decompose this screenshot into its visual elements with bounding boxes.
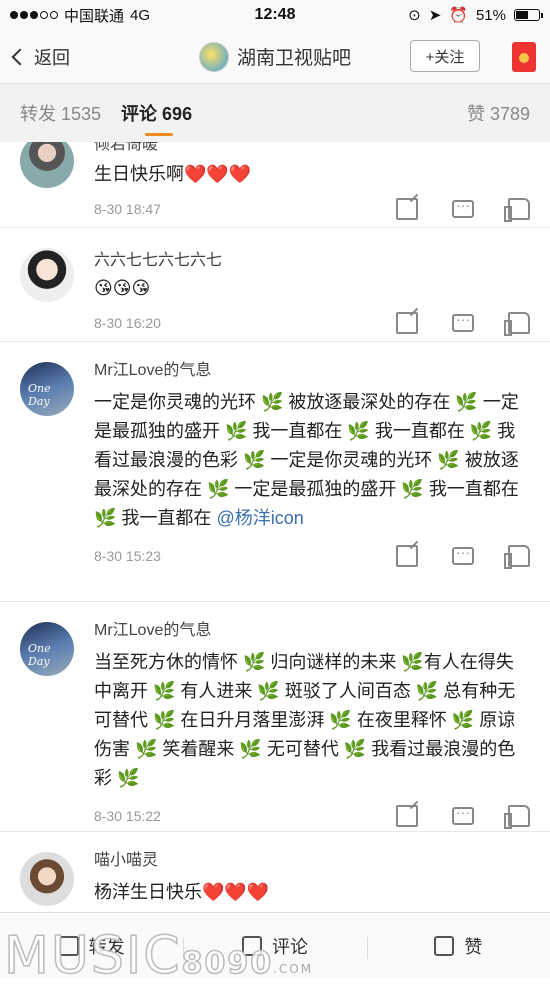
share-icon[interactable] xyxy=(396,545,418,567)
comment-text: 杨洋生日快乐❤️❤️❤️ xyxy=(94,882,270,902)
thumbs-up-icon xyxy=(434,935,455,956)
comment-text: 生日快乐啊❤️❤️❤️ xyxy=(94,164,252,184)
reply-icon[interactable] xyxy=(452,804,474,825)
comment-item: 喵小喵灵 杨洋生日快乐❤️❤️❤️ xyxy=(0,832,550,912)
bottom-toolbar: 转发 评论 赞 xyxy=(0,912,550,978)
alarm-icon: ⏰ xyxy=(449,7,468,24)
comment-item: 倾若倚暖 生日快乐啊❤️❤️❤️ 8-30 18:47 xyxy=(0,142,550,228)
comment-username[interactable]: Mr江Love的气息 xyxy=(94,360,530,382)
clock: 12:48 xyxy=(254,6,296,23)
navigation-bar: 返回 湖南卫视贴吧 +关注 xyxy=(0,30,550,84)
avatar[interactable] xyxy=(20,142,74,188)
comment-item: 六六七七六七六七 😘😘😘 8-30 16:20 xyxy=(0,228,550,342)
comment-icon xyxy=(241,935,262,956)
battery-icon xyxy=(514,9,543,21)
comment-item: One Day Mr江Love的气息 一定是你灵魂的光环 🌿 被放逐最深处的存在… xyxy=(0,342,550,602)
comment-time: 8-30 16:20 xyxy=(94,315,161,331)
comment-time: 8-30 15:22 xyxy=(94,808,161,824)
group-avatar xyxy=(198,41,229,72)
comment-time: 8-30 18:47 xyxy=(94,201,161,217)
red-packet-icon[interactable] xyxy=(512,42,536,72)
signal-icon xyxy=(10,11,58,19)
avatar[interactable]: One Day xyxy=(20,362,74,416)
avatar[interactable] xyxy=(20,852,74,906)
like-icon[interactable] xyxy=(504,312,530,336)
share-icon[interactable] xyxy=(396,805,418,827)
comment-label: 评论 xyxy=(271,936,308,957)
comment-username[interactable]: 喵小喵灵 xyxy=(94,850,530,872)
like-icon[interactable] xyxy=(504,545,530,569)
like-icon[interactable] xyxy=(504,198,530,222)
reply-icon[interactable] xyxy=(452,197,474,218)
chevron-left-icon xyxy=(11,48,29,65)
comment-username[interactable]: 倾若倚暖 xyxy=(94,142,530,156)
like-button[interactable]: 赞 xyxy=(366,933,550,959)
battery-percent: 51% xyxy=(475,6,506,24)
reply-icon[interactable] xyxy=(452,311,474,332)
repost-label: 转发 xyxy=(88,936,125,957)
share-icon xyxy=(58,935,79,956)
page-title-text: 湖南卫视贴吧 xyxy=(236,48,352,69)
repost-button[interactable]: 转发 xyxy=(0,933,183,959)
comment-username[interactable]: Mr江Love的气息 xyxy=(94,620,530,642)
back-button[interactable]: 返回 xyxy=(0,44,70,70)
back-label: 返回 xyxy=(34,47,70,68)
comment-username[interactable]: 六六七七六七六七 xyxy=(94,250,530,272)
follow-button[interactable]: +关注 xyxy=(410,40,480,72)
lock-rotation-icon: ⊙ xyxy=(408,7,421,24)
tab-reposts[interactable]: 转发 1535 xyxy=(20,100,101,126)
comment-text: 😘😘😘 xyxy=(94,278,151,298)
like-label: 赞 xyxy=(464,936,483,957)
avatar[interactable]: One Day xyxy=(20,622,74,676)
carrier-label: 中国联通 xyxy=(64,7,125,25)
page-title[interactable]: 湖南卫视贴吧 xyxy=(198,41,352,72)
network-label: 4G xyxy=(130,6,151,24)
comment-list: 倾若倚暖 生日快乐啊❤️❤️❤️ 8-30 18:47 六六七七六七六七 😘😘😘… xyxy=(0,142,550,912)
share-icon[interactable] xyxy=(396,312,418,334)
location-icon: ➤ xyxy=(428,7,442,24)
share-icon[interactable] xyxy=(396,198,418,220)
comment-item: One Day Mr江Love的气息 当至死方休的情怀 🌿 归向谜样的未来 🌿有… xyxy=(0,602,550,832)
like-icon[interactable] xyxy=(504,805,530,829)
avatar[interactable] xyxy=(20,248,74,302)
comment-time: 8-30 15:23 xyxy=(94,548,161,564)
reply-icon[interactable] xyxy=(452,544,474,565)
mention-link[interactable]: @杨洋icon xyxy=(216,508,303,528)
tab-bar: 转发 1535 评论 696 赞 3789 xyxy=(0,84,550,142)
status-bar: 中国联通 4G 12:48 ⊙ ➤ ⏰ 51% xyxy=(0,0,550,30)
comment-text: 当至死方休的情怀 🌿 归向谜样的未来 🌿有人在得失中离开 🌿 有人进来 🌿 斑驳… xyxy=(94,652,516,788)
tab-likes[interactable]: 赞 3789 xyxy=(467,100,530,126)
comment-text: 一定是你灵魂的光环 🌿 被放逐最深处的存在 🌿 一定是最孤独的盛开 🌿 我一直都… xyxy=(94,392,519,528)
comment-button[interactable]: 评论 xyxy=(183,933,366,959)
tab-comments[interactable]: 评论 696 xyxy=(121,100,192,136)
